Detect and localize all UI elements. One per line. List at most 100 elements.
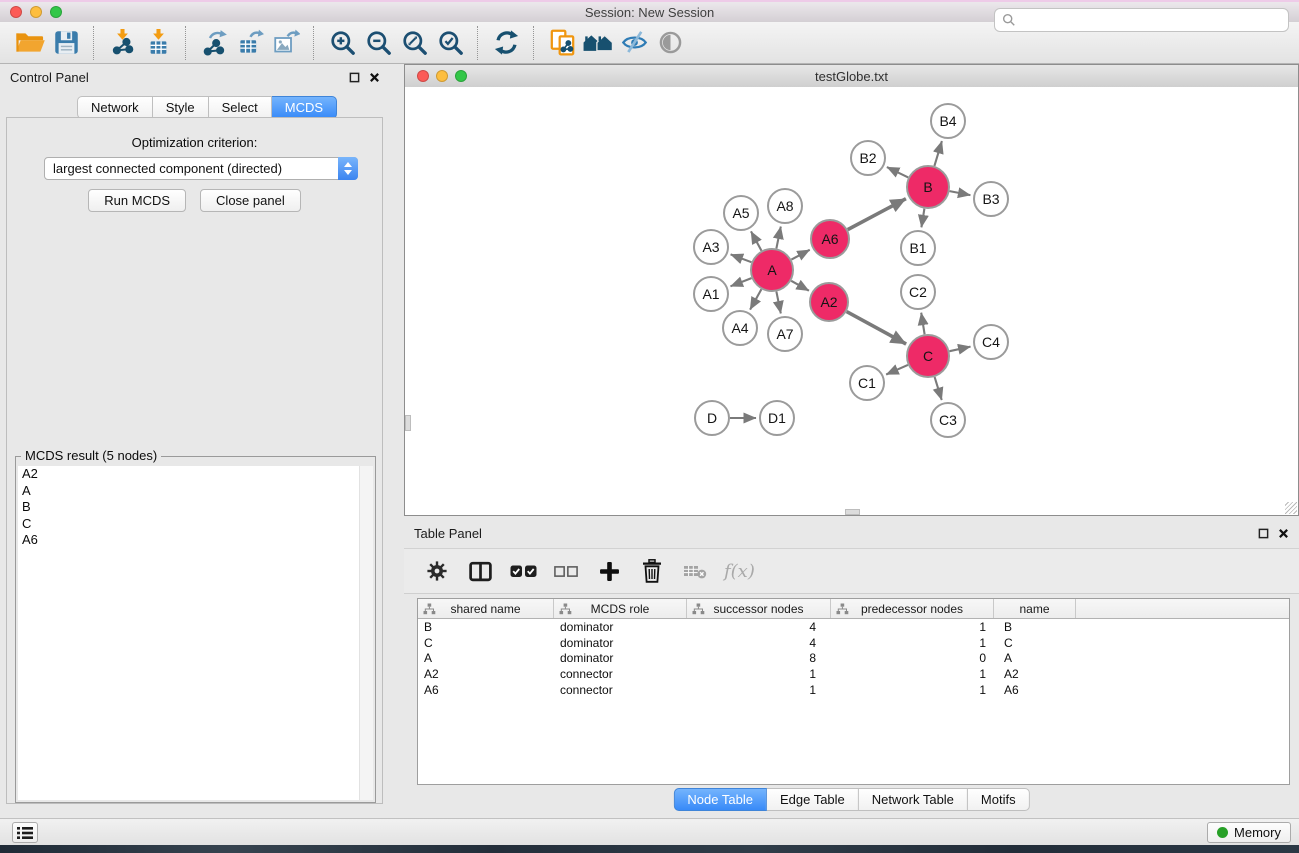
result-list-item[interactable]: A2 (18, 466, 373, 483)
search-box[interactable] (994, 8, 1289, 32)
graph-node-B2[interactable]: B2 (851, 141, 885, 175)
network-canvas[interactable]: B4B2BB3A5A8A6A3AB1A1A2C2A4A7C4CC1DD1C3 (405, 87, 1298, 515)
tab-mcds[interactable]: MCDS (272, 96, 337, 119)
zoom-fit-button[interactable] (396, 25, 432, 61)
edge-A-A2[interactable] (791, 281, 809, 291)
column-header-shared-name[interactable]: shared name (418, 599, 554, 618)
import-table-button[interactable] (140, 25, 176, 61)
close-panel-button[interactable]: Close panel (200, 189, 301, 212)
edge-A-A7[interactable] (776, 292, 780, 314)
graph-node-A5[interactable]: A5 (724, 196, 758, 230)
edge-A-A4[interactable] (750, 289, 761, 309)
edge-A-A3[interactable] (731, 254, 752, 262)
equation-builder-button[interactable]: f(x) (724, 561, 755, 582)
result-list-item[interactable]: B (18, 499, 373, 516)
apply-preferred-layout-button[interactable] (488, 25, 524, 61)
delete-table-button[interactable] (681, 557, 709, 585)
optimization-criterion-select[interactable]: largest connected component (directed) (44, 157, 358, 180)
graph-node-A6[interactable]: A6 (811, 220, 849, 258)
graph-node-C1[interactable]: C1 (850, 366, 884, 400)
graph-node-C[interactable]: C (907, 335, 949, 377)
edge-A-A8[interactable] (776, 227, 780, 249)
import-network-button[interactable] (104, 25, 140, 61)
edge-A-A1[interactable] (731, 278, 752, 286)
horizontal-scroll-thumb[interactable] (845, 509, 860, 515)
memory-button[interactable]: Memory (1207, 822, 1291, 843)
task-history-button[interactable] (12, 822, 38, 843)
tab-network[interactable]: Network (77, 96, 153, 119)
table-row[interactable]: A6connector11A6 (418, 682, 1289, 698)
export-network-button[interactable] (196, 25, 232, 61)
save-session-button[interactable] (48, 25, 84, 61)
edge-A-A5[interactable] (751, 231, 762, 250)
graph-node-A2[interactable]: A2 (810, 283, 848, 321)
graph-node-C3[interactable]: C3 (931, 403, 965, 437)
tab-edge-table[interactable]: Edge Table (767, 788, 859, 811)
graph-node-B1[interactable]: B1 (901, 231, 935, 265)
edge-A6-B[interactable] (848, 199, 906, 230)
zoom-selected-button[interactable] (432, 25, 468, 61)
table-row[interactable]: Bdominator41B (418, 619, 1289, 635)
select-all-rows-button[interactable] (509, 557, 537, 585)
edge-B-B4[interactable] (934, 141, 942, 166)
edge-B-B3[interactable] (950, 191, 971, 195)
edge-C-C2[interactable] (921, 313, 924, 335)
open-session-button[interactable] (12, 25, 48, 61)
edge-A-A6[interactable] (791, 250, 809, 260)
result-list-item[interactable]: A6 (18, 532, 373, 549)
column-header-predecessor-nodes[interactable]: predecessor nodes (831, 599, 994, 618)
show-graphics-details-button[interactable] (652, 25, 688, 61)
close-panel-icon[interactable] (369, 72, 380, 83)
graph-node-A3[interactable]: A3 (694, 230, 728, 264)
table-settings-button[interactable] (423, 557, 451, 585)
tab-network-table[interactable]: Network Table (859, 788, 968, 811)
show-column-button[interactable] (466, 557, 494, 585)
zoom-in-button[interactable] (324, 25, 360, 61)
graph-node-B[interactable]: B (907, 166, 949, 208)
table-row[interactable]: Cdominator41C (418, 635, 1289, 651)
close-table-panel-icon[interactable] (1278, 528, 1289, 539)
edge-B-B2[interactable] (887, 167, 908, 177)
home-view-button[interactable] (580, 25, 616, 61)
network-canvas-container[interactable]: B4B2BB3A5A8A6A3AB1A1A2C2A4A7C4CC1DD1C3 (405, 87, 1298, 515)
graph-node-A4[interactable]: A4 (723, 311, 757, 345)
export-image-button[interactable] (268, 25, 304, 61)
result-list-item[interactable]: C (18, 516, 373, 533)
create-column-button[interactable] (595, 557, 623, 585)
graph-node-A7[interactable]: A7 (768, 317, 802, 351)
graph-node-A8[interactable]: A8 (768, 189, 802, 223)
graph-node-D1[interactable]: D1 (760, 401, 794, 435)
graph-node-A1[interactable]: A1 (694, 277, 728, 311)
table-row[interactable]: Adominator80A (418, 651, 1289, 667)
clone-network-button[interactable] (544, 25, 580, 61)
edge-C-C3[interactable] (935, 377, 942, 400)
graph-node-B3[interactable]: B3 (974, 182, 1008, 216)
graph-node-D[interactable]: D (695, 401, 729, 435)
unselect-all-rows-button[interactable] (552, 557, 580, 585)
tab-style[interactable]: Style (153, 96, 209, 119)
float-panel-icon[interactable] (349, 72, 360, 83)
float-table-panel-icon[interactable] (1258, 528, 1269, 539)
resize-handle[interactable] (1285, 502, 1297, 514)
run-mcds-button[interactable]: Run MCDS (88, 189, 186, 212)
hide-graphics-details-button[interactable] (616, 25, 652, 61)
column-header-successor-nodes[interactable]: successor nodes (687, 599, 831, 618)
edge-C-C1[interactable] (886, 365, 908, 375)
mcds-result-list[interactable]: A2ABCA6 (18, 466, 373, 800)
edge-B-B1[interactable] (921, 209, 924, 228)
tab-select[interactable]: Select (209, 96, 272, 119)
graph-node-A[interactable]: A (751, 249, 793, 291)
search-input[interactable] (1021, 12, 1288, 29)
vertical-scroll-thumb[interactable] (405, 415, 411, 431)
graph-node-B4[interactable]: B4 (931, 104, 965, 138)
table-row[interactable]: A2connector11A2 (418, 666, 1289, 682)
tab-motifs[interactable]: Motifs (968, 788, 1030, 811)
result-list-item[interactable]: A (18, 483, 373, 500)
graph-node-C4[interactable]: C4 (974, 325, 1008, 359)
column-header-name[interactable]: name (994, 599, 1076, 618)
export-table-button[interactable] (232, 25, 268, 61)
edge-C-C4[interactable] (950, 347, 971, 352)
column-header-mcds-role[interactable]: MCDS role (554, 599, 687, 618)
tab-node-table[interactable]: Node Table (673, 788, 767, 811)
delete-columns-button[interactable] (638, 557, 666, 585)
